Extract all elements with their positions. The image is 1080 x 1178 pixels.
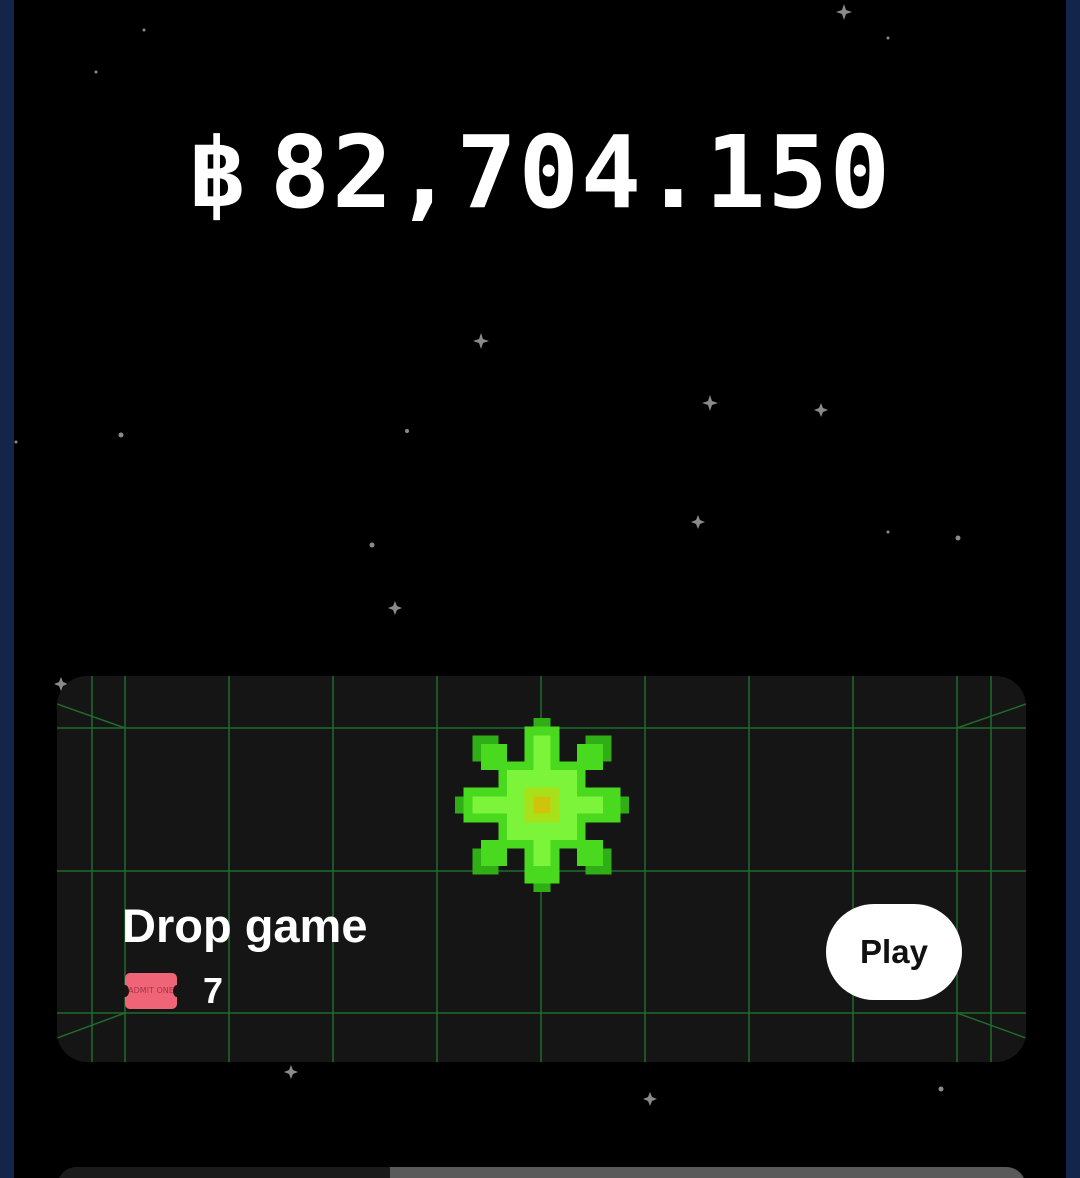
- play-button[interactable]: Play: [826, 904, 962, 1000]
- next-card-left-segment: [57, 1167, 390, 1178]
- ticket-count-row: ADMIT ONE 7: [121, 970, 224, 1012]
- ticket-count: 7: [203, 970, 224, 1011]
- game-title: Drop game: [122, 899, 368, 952]
- ticket-label: ADMIT ONE: [128, 986, 174, 995]
- balance-amount: 82,704.150: [269, 114, 892, 231]
- baht-currency-icon: ฿: [188, 117, 246, 229]
- next-card-right-segment: [390, 1167, 1026, 1178]
- next-card-peek[interactable]: [57, 1167, 1026, 1178]
- app-screen: ฿ 82,704.150 Drop game ADMIT ONE 7 Play: [14, 0, 1066, 1178]
- admit-one-ticket-icon: ADMIT ONE: [121, 973, 181, 1009]
- balance-display: ฿ 82,704.150: [14, 118, 1066, 228]
- green-pixel-star-gem-icon: [455, 718, 629, 892]
- drop-game-card[interactable]: Drop game ADMIT ONE 7 Play: [57, 676, 1026, 1062]
